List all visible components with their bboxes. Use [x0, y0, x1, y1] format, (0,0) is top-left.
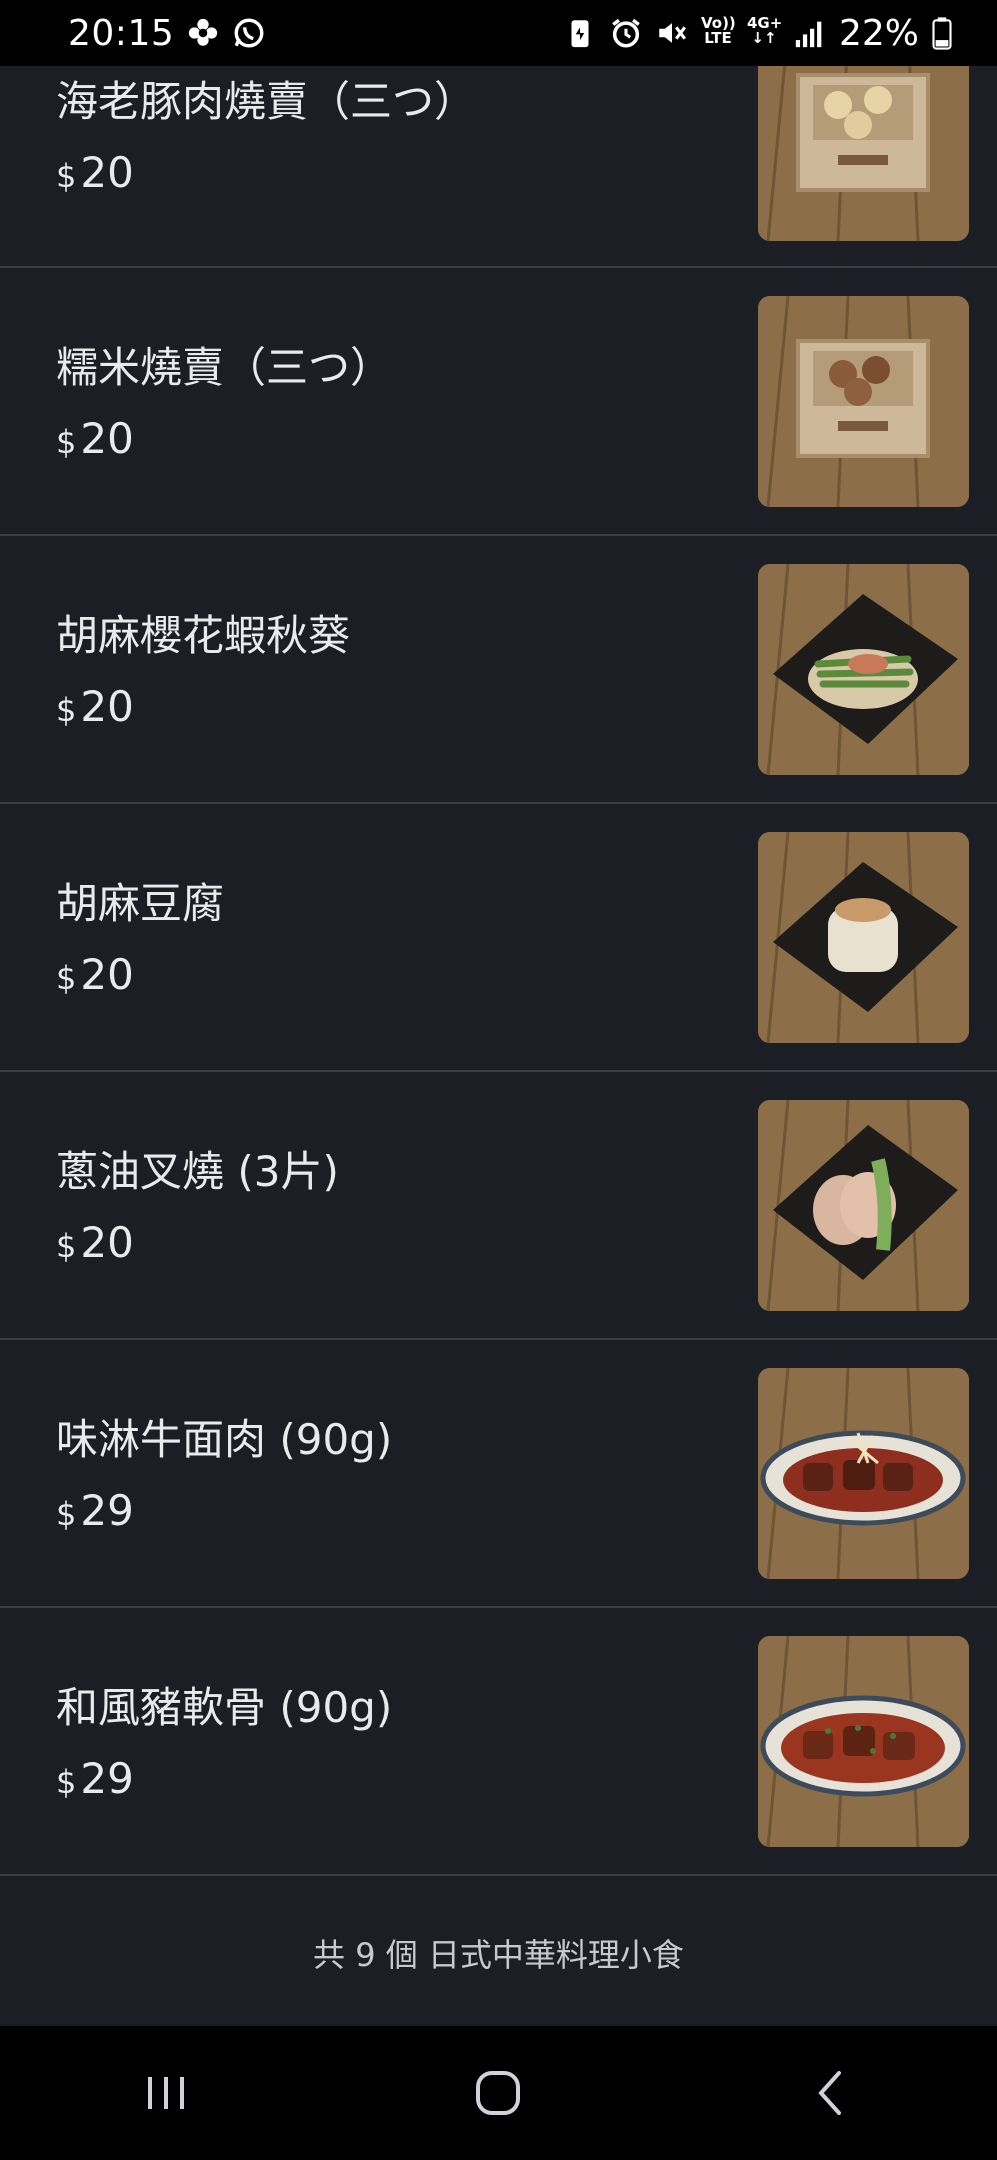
- status-bar: 20:15 Vo)) LTE 4G+ ↓↑ 22%: [0, 0, 997, 66]
- menu-item[interactable]: 胡麻豆腐 $20: [0, 804, 997, 1072]
- status-time: 20:15: [68, 12, 175, 54]
- price-amount: 20: [80, 414, 134, 463]
- item-name: 海老豚肉燒賣（三つ）: [56, 77, 477, 126]
- navigation-bar: [0, 2026, 997, 2160]
- back-icon: [818, 2071, 841, 2115]
- item-name: 糯米燒賣（三つ）: [56, 343, 393, 392]
- item-name: 味淋牛面肉 (90g): [56, 1415, 393, 1464]
- recents-icon: [148, 2077, 185, 2109]
- battery-percent: 22%: [838, 12, 919, 54]
- currency-symbol: $: [56, 691, 77, 729]
- currency-symbol: $: [56, 959, 77, 997]
- currency-symbol: $: [56, 1495, 77, 1533]
- battery-saver-icon: [563, 16, 597, 50]
- back-button[interactable]: [791, 2053, 871, 2133]
- menu-item[interactable]: 味淋牛面肉 (90g) $29: [0, 1340, 997, 1608]
- beef-cheek-photo: [758, 1368, 969, 1579]
- menu-item[interactable]: 胡麻櫻花蝦秋葵 $20: [0, 536, 997, 804]
- item-price: $29: [56, 1486, 134, 1535]
- price-amount: 20: [80, 682, 134, 731]
- currency-symbol: $: [56, 1227, 77, 1265]
- battery-icon: [931, 16, 953, 50]
- menu-item[interactable]: 和風豬軟骨 (90g) $29: [0, 1608, 997, 1876]
- volte-label: Vo)) LTE: [700, 14, 736, 47]
- item-name: 胡麻豆腐: [56, 879, 225, 928]
- price-amount: 20: [80, 950, 134, 999]
- currency-symbol: $: [56, 1763, 77, 1801]
- recents-button[interactable]: [126, 2053, 206, 2133]
- signal-icon: [793, 16, 827, 50]
- mute-icon: [655, 16, 689, 50]
- okra-photo: [758, 564, 969, 775]
- sticky-rice-shumai-photo: [758, 296, 969, 507]
- 4g-plus-icon: 4G+ ↓↑: [746, 14, 783, 47]
- item-price: $20: [56, 950, 134, 999]
- price-amount: 29: [80, 1486, 134, 1535]
- price-amount: 20: [80, 148, 134, 197]
- menu-item[interactable]: 糯米燒賣（三つ） $20: [0, 268, 997, 536]
- home-icon: [476, 2071, 521, 2115]
- volte-icon: Vo)) LTE: [700, 14, 736, 50]
- menu-item[interactable]: 蔥油叉燒 (3片) $20: [0, 1072, 997, 1340]
- footer-summary: 共 9 個 日式中華料理小食: [313, 1936, 684, 1974]
- currency-symbol: $: [56, 157, 77, 195]
- sesame-tofu-photo: [758, 832, 969, 1043]
- item-name: 和風豬軟骨 (90g): [56, 1683, 393, 1732]
- price-amount: 20: [80, 1218, 134, 1267]
- char-siu-photo: [758, 1100, 969, 1311]
- item-price: $29: [56, 1754, 134, 1803]
- alarm-icon: [609, 16, 643, 50]
- currency-symbol: $: [56, 423, 77, 461]
- pork-cartilage-photo: [758, 1636, 969, 1847]
- item-name: 蔥油叉燒 (3片): [56, 1147, 339, 1196]
- whatsapp-icon: [232, 16, 266, 50]
- flower-notification-icon: [186, 16, 220, 50]
- home-button[interactable]: [458, 2053, 538, 2133]
- item-price: $20: [56, 148, 134, 197]
- price-amount: 29: [80, 1754, 134, 1803]
- item-price: $20: [56, 1218, 134, 1267]
- item-price: $20: [56, 682, 134, 731]
- item-price: $20: [56, 414, 134, 463]
- item-name: 胡麻櫻花蝦秋葵: [56, 611, 351, 660]
